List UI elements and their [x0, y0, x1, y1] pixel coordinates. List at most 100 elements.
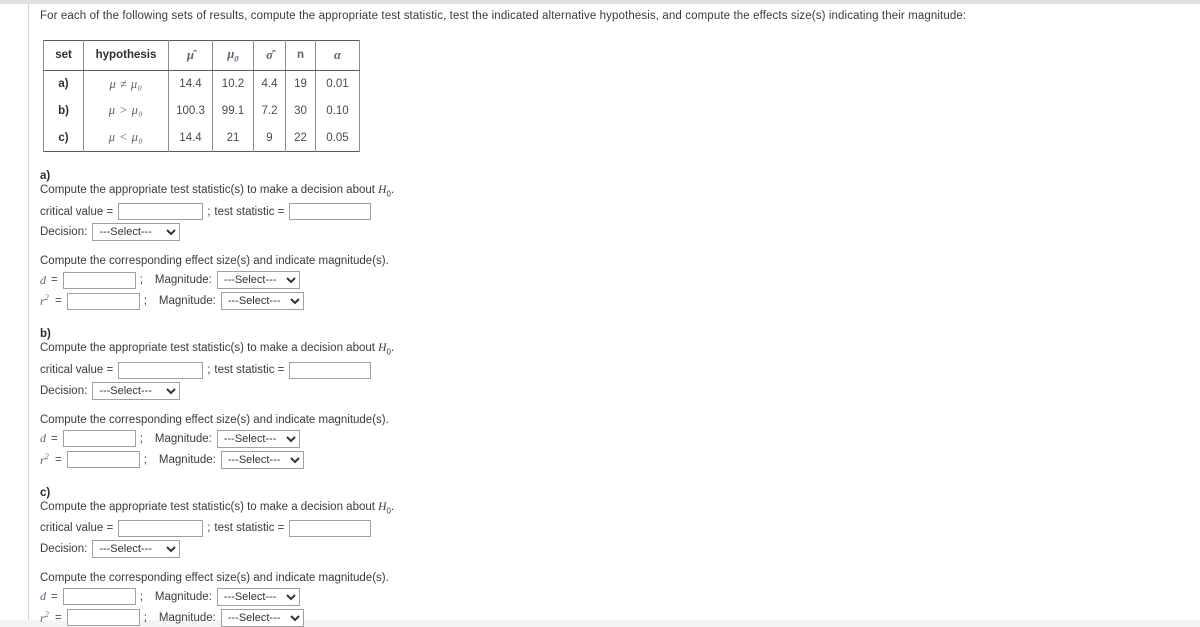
test-statistic-input-a[interactable] — [289, 203, 372, 221]
r2-equals-sign: = — [55, 611, 62, 624]
critical-value-label: critical value = — [40, 364, 114, 377]
cell-mu-hat: 14.4 — [168, 124, 213, 152]
r2-input-c[interactable] — [66, 609, 140, 627]
magnitude-label: Magnitude: — [154, 590, 212, 603]
separator-semicolon: ; — [143, 453, 147, 466]
separator-semicolon: ; — [143, 295, 147, 308]
section-a: a) Compute the appropriate test statisti… — [40, 170, 1180, 311]
results-table-body: a) μ ≠ μ₀ 14.4 10.2 4.4 19 0.01 b) μ > μ… — [43, 70, 360, 152]
r2-equals-sign: = — [55, 295, 62, 308]
col-header-mu-zero: μ0 — [212, 40, 254, 71]
d-equals-sign: = — [51, 432, 58, 445]
section-b-test-instruction: Compute the appropriate test statistic(s… — [40, 342, 1180, 356]
r2-label: r2 — [40, 293, 49, 309]
col-header-set: set — [43, 40, 84, 71]
d-magnitude-select-a[interactable]: ---Select--- — [216, 271, 300, 290]
cell-mu-zero: 99.1 — [212, 97, 254, 125]
col-header-alpha: α — [315, 40, 360, 71]
section-c-decision-row: Decision: ---Select--- — [40, 539, 1180, 558]
r2-magnitude-select-c[interactable]: ---Select--- — [220, 608, 304, 627]
separator-semicolon: ; — [207, 205, 211, 218]
results-table: set hypothesis μ̂ μ0 σ̂ n α a) μ ≠ μ₀ 14… — [43, 39, 360, 152]
section-b-effect-instruction: Compute the corresponding effect size(s)… — [40, 413, 389, 426]
cell-n: 22 — [285, 124, 316, 152]
d-magnitude-select-b[interactable]: ---Select--- — [216, 429, 300, 448]
section-a-effect-instruction: Compute the corresponding effect size(s)… — [40, 255, 389, 268]
r2-magnitude-select-a[interactable]: ---Select--- — [220, 292, 304, 311]
section-c-test-instruction: Compute the appropriate test statistic(s… — [40, 501, 1180, 515]
instruction-text: Compute the appropriate test statistic(s… — [40, 183, 395, 199]
section-a-r2-row: r2 = ; Magnitude: ---Select--- — [40, 292, 1180, 311]
table-row: b) μ > μ₀ 100.3 99.1 7.2 30 0.10 — [43, 97, 360, 125]
r2-label: r2 — [40, 609, 49, 625]
separator-semicolon: ; — [139, 274, 143, 287]
critical-value-input-b[interactable] — [118, 361, 204, 379]
table-header-row: set hypothesis μ̂ μ0 σ̂ n α — [43, 40, 360, 71]
critical-value-input-a[interactable] — [118, 203, 204, 221]
results-table-head: set hypothesis μ̂ μ0 σ̂ n α — [43, 40, 360, 71]
separator-semicolon: ; — [139, 590, 143, 603]
table-row: c) μ < μ₀ 14.4 21 9 22 0.05 — [43, 124, 360, 152]
section-c: c) Compute the appropriate test statisti… — [40, 487, 1180, 627]
r2-magnitude-select-b[interactable]: ---Select--- — [220, 450, 304, 469]
critical-value-label: critical value = — [40, 522, 114, 535]
d-equals-sign: = — [51, 274, 58, 287]
table-row: a) μ ≠ μ₀ 14.4 10.2 4.4 19 0.01 — [43, 70, 360, 98]
content-area: For each of the following sets of result… — [40, 4, 1180, 627]
col-header-hypothesis: hypothesis — [83, 40, 169, 71]
section-b-label: b) — [40, 328, 51, 341]
section-a-d-row: d = ; Magnitude: ---Select--- — [40, 271, 1180, 290]
magnitude-label: Magnitude: — [154, 432, 212, 445]
separator-semicolon: ; — [207, 522, 211, 535]
col-header-n: n — [285, 40, 316, 71]
decision-label: Decision: — [40, 226, 88, 239]
r2-input-a[interactable] — [66, 292, 140, 310]
d-input-c[interactable] — [62, 588, 136, 606]
r2-input-b[interactable] — [66, 451, 140, 469]
decision-select-a[interactable]: ---Select--- — [92, 223, 181, 242]
test-statistic-label: test statistic = — [214, 364, 285, 377]
col-header-mu-hat: μ̂ — [168, 40, 213, 71]
cell-mu-zero: 21 — [212, 124, 254, 152]
cell-n: 30 — [285, 97, 316, 125]
separator-semicolon: ; — [139, 432, 143, 445]
critical-value-input-c[interactable] — [118, 519, 204, 537]
section-c-d-row: d = ; Magnitude: ---Select--- — [40, 587, 1180, 606]
d-input-b[interactable] — [62, 430, 136, 448]
d-input-a[interactable] — [62, 271, 136, 289]
cell-set: c) — [43, 124, 84, 152]
instruction-text: Compute the appropriate test statistic(s… — [40, 500, 395, 515]
test-statistic-input-c[interactable] — [289, 519, 372, 537]
cell-mu-hat: 14.4 — [168, 70, 213, 98]
cell-hypothesis: μ > μ₀ — [83, 97, 169, 125]
magnitude-label: Magnitude: — [154, 274, 212, 287]
test-statistic-input-b[interactable] — [289, 361, 372, 379]
section-b-d-row: d = ; Magnitude: ---Select--- — [40, 429, 1180, 448]
section-a-decision-row: Decision: ---Select--- — [40, 223, 1180, 242]
separator-semicolon: ; — [207, 364, 211, 377]
magnitude-label: Magnitude: — [158, 453, 216, 466]
cell-sigma-hat: 7.2 — [253, 97, 286, 125]
magnitude-label: Magnitude: — [158, 611, 216, 624]
separator-semicolon: ; — [143, 611, 147, 624]
cell-set: a) — [43, 70, 84, 98]
cell-set: b) — [43, 97, 84, 125]
d-label: d — [40, 589, 46, 604]
d-equals-sign: = — [51, 590, 58, 603]
left-page-divider — [28, 4, 29, 627]
section-c-label: c) — [40, 486, 51, 499]
d-magnitude-select-c[interactable]: ---Select--- — [216, 587, 300, 606]
decision-label: Decision: — [40, 542, 88, 555]
test-statistic-label: test statistic = — [214, 205, 285, 218]
section-b-critical-row: critical value = ; test statistic = — [40, 361, 1180, 379]
section-a-critical-row: critical value = ; test statistic = — [40, 203, 1180, 221]
cell-hypothesis: μ < μ₀ — [83, 124, 169, 152]
cell-alpha: 0.01 — [315, 70, 360, 98]
section-c-r2-row: r2 = ; Magnitude: ---Select--- — [40, 608, 1180, 627]
exercise-page: For each of the following sets of result… — [0, 0, 1200, 627]
col-header-sigma-hat: σ̂ — [253, 40, 286, 71]
magnitude-label: Magnitude: — [158, 295, 216, 308]
critical-value-label: critical value = — [40, 205, 114, 218]
decision-select-c[interactable]: ---Select--- — [92, 539, 181, 558]
decision-select-b[interactable]: ---Select--- — [92, 381, 181, 400]
